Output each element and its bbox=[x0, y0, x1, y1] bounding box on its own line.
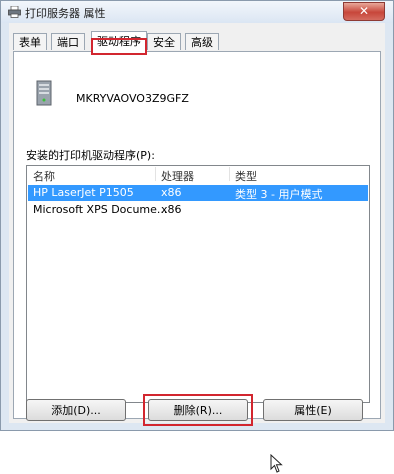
column-divider[interactable] bbox=[229, 167, 230, 181]
driver-row[interactable]: Microsoft XPS Docume... x86 bbox=[28, 202, 368, 218]
close-button[interactable]: ✕ bbox=[343, 2, 385, 21]
driver-row[interactable]: HP LaserJet P1505 x86 类型 3 - 用户模式 bbox=[28, 185, 368, 201]
driver-processor: x86 bbox=[161, 186, 182, 199]
driver-type: 类型 3 - 用户模式 bbox=[235, 188, 323, 201]
driver-processor: x86 bbox=[161, 203, 182, 216]
driver-name: Microsoft XPS Docume... bbox=[33, 203, 168, 216]
tab-ports[interactable]: 端口 bbox=[51, 33, 85, 50]
dialog-client: 表单 端口 驱动程序 安全 高级 MKRYVAOVO3Z9GFZ 安装的打印机驱… bbox=[9, 23, 385, 473]
driver-name: HP LaserJet P1505 bbox=[33, 186, 134, 199]
window-title: 打印服务器 属性 bbox=[25, 7, 106, 20]
drivers-list[interactable]: 名称 处理器 类型 HP LaserJet P1505 x86 类型 3 - 用… bbox=[26, 165, 370, 473]
tab-forms[interactable]: 表单 bbox=[13, 33, 47, 50]
printer-icon bbox=[8, 6, 21, 18]
server-name: MKRYVAOVO3Z9GFZ bbox=[76, 92, 189, 105]
drivers-panel: MKRYVAOVO3Z9GFZ 安装的打印机驱动程序(P): 名称 处理器 类型… bbox=[13, 51, 381, 473]
title-bar[interactable]: 打印服务器 属性 ✕ bbox=[1, 1, 393, 23]
column-divider[interactable] bbox=[155, 167, 156, 181]
column-header-type[interactable]: 类型 bbox=[235, 168, 257, 184]
tab-highlight-box bbox=[91, 38, 147, 55]
server-icon bbox=[36, 80, 52, 106]
column-header-name[interactable]: 名称 bbox=[33, 168, 55, 184]
remove-highlight-box bbox=[143, 394, 253, 426]
driver-properties-button[interactable]: 属性(E) bbox=[263, 399, 363, 421]
add-driver-button[interactable]: 添加(D)... bbox=[26, 399, 126, 421]
tab-advanced[interactable]: 高级 bbox=[185, 33, 219, 50]
properties-window: 打印服务器 属性 ✕ 表单 端口 驱动程序 安全 高级 MKRYVAOVO3Z9… bbox=[0, 0, 394, 473]
tab-security[interactable]: 安全 bbox=[147, 33, 181, 50]
tab-strip: 表单 端口 驱动程序 安全 高级 bbox=[9, 31, 385, 55]
list-header: 名称 处理器 类型 bbox=[27, 166, 369, 184]
mouse-cursor-icon bbox=[270, 454, 283, 473]
column-header-processor[interactable]: 处理器 bbox=[161, 168, 194, 184]
installed-drivers-label: 安装的打印机驱动程序(P): bbox=[26, 149, 155, 162]
close-icon: ✕ bbox=[358, 4, 370, 18]
